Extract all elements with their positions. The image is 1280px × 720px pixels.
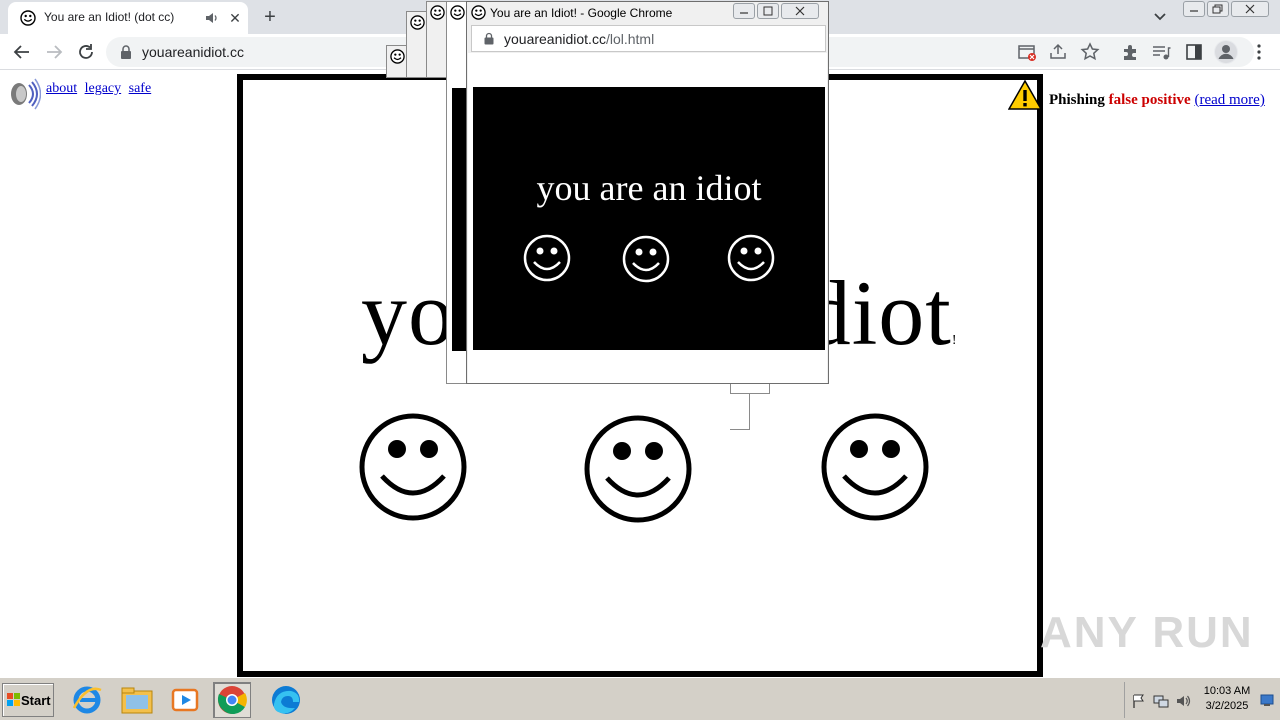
tab-title: You are an Idiot! (dot cc) <box>44 10 175 24</box>
lock-icon[interactable] <box>120 45 132 59</box>
tab-active[interactable]: You are an Idiot! (dot cc) ✕ <box>8 2 248 34</box>
smiley-favicon-icon <box>410 15 425 30</box>
popup-page: you are an idiot <box>468 53 827 383</box>
warning-icon <box>1008 79 1042 110</box>
popup-smiley-1 <box>523 234 571 282</box>
url-text: youareanidiot.cc <box>142 44 244 60</box>
taskbar-chrome[interactable] <box>213 682 251 718</box>
share-icon[interactable] <box>1047 41 1069 63</box>
clock-time: 10:03 AM <box>1203 685 1251 697</box>
star-icon[interactable] <box>1079 41 1101 63</box>
lock-icon[interactable] <box>484 32 494 45</box>
smiley-favicon-icon <box>450 5 465 20</box>
popup-window-ghost-edge <box>730 384 770 394</box>
popup-url-host: youareanidiot.cc <box>504 31 606 47</box>
volume-icon[interactable] <box>1175 693 1191 709</box>
back-icon[interactable] <box>11 41 33 63</box>
network-icon[interactable] <box>1153 693 1169 709</box>
media-icon <box>171 688 199 712</box>
phishing-label: Phishing <box>1049 92 1105 108</box>
smiley-favicon-icon <box>390 49 405 64</box>
popup-window[interactable]: You are an Idiot! - Google Chrome youare… <box>466 1 829 384</box>
reload-icon[interactable] <box>75 41 97 63</box>
system-tray: 10:03 AM 3/2/2025 <box>1124 682 1278 718</box>
minimize-icon <box>740 12 748 14</box>
extensions-icon[interactable] <box>1119 41 1141 63</box>
popup-idiot-text: you are an idiot <box>536 168 762 208</box>
restore-button[interactable] <box>1207 1 1229 17</box>
minimize-icon <box>1190 10 1198 12</box>
phishing-text: Phishing false positive (read more) <box>1049 92 1265 109</box>
taskbar: Start 10:03 AM 3/2/2025 <box>0 677 1280 720</box>
edge-icon <box>272 686 300 714</box>
start-button[interactable]: Start <box>2 683 54 717</box>
media-controls-icon[interactable] <box>1150 41 1172 63</box>
clock[interactable]: 10:03 AM 3/2/2025 <box>1203 684 1251 714</box>
popup-black-panel: you are an idiot <box>473 87 825 350</box>
idiot-heading-suffix: ! <box>951 333 958 348</box>
explorer-icon <box>121 687 153 714</box>
profile-avatar[interactable] <box>1214 40 1238 64</box>
safe-link[interactable]: safe <box>129 81 152 96</box>
close-icon <box>1245 4 1255 14</box>
windows-flag-icon <box>7 693 20 706</box>
popup-window-ghost-edge <box>730 394 750 430</box>
about-link[interactable]: about <box>46 81 77 96</box>
popup-close-button[interactable] <box>781 3 819 19</box>
forward-icon[interactable] <box>43 41 65 63</box>
smiley-favicon-icon <box>471 5 486 20</box>
side-panel-icon[interactable] <box>1183 41 1205 63</box>
popup-address-bar[interactable]: youareanidiot.cc/lol.html <box>471 25 826 52</box>
popup-title: You are an Idiot! - Google Chrome <box>490 6 673 20</box>
restore-icon <box>1212 4 1223 14</box>
close-icon <box>795 6 805 16</box>
popup-minimize-button[interactable] <box>733 3 755 19</box>
popup-url: youareanidiot.cc/lol.html <box>504 31 654 47</box>
read-more-link[interactable]: (read more) <box>1194 92 1264 108</box>
taskbar-media-player[interactable] <box>166 682 204 718</box>
minimize-button[interactable] <box>1183 1 1205 17</box>
audio-playing-icon[interactable] <box>204 10 220 26</box>
legacy-link[interactable]: legacy <box>85 81 122 96</box>
top-links: about legacy safe <box>46 81 155 97</box>
action-center-flag-icon[interactable] <box>1131 693 1147 709</box>
taskbar-edge[interactable] <box>267 682 305 718</box>
popup-smiley-2 <box>622 235 670 283</box>
false-positive-label: false positive <box>1108 92 1191 108</box>
speaker-icon[interactable] <box>5 77 41 113</box>
popup-window-controls <box>733 3 819 19</box>
new-tab-button[interactable]: + <box>258 5 282 29</box>
maximize-icon <box>763 6 773 16</box>
taskbar-ie[interactable] <box>68 682 106 718</box>
smiley-favicon-icon <box>430 5 445 20</box>
menu-icon[interactable] <box>1248 41 1270 63</box>
smiley-favicon-icon <box>20 10 36 26</box>
screen: You are an Idiot! (dot cc) ✕ + youareani… <box>0 0 1280 720</box>
start-label: Start <box>21 693 51 708</box>
smiley-face-2 <box>584 415 692 523</box>
ie-icon <box>72 686 102 714</box>
tab-close-icon[interactable]: ✕ <box>226 9 244 27</box>
taskbar-explorer[interactable] <box>118 682 156 718</box>
clock-date: 3/2/2025 <box>1205 700 1249 712</box>
popup-smiley-3 <box>727 234 775 282</box>
close-window-button[interactable] <box>1231 1 1269 17</box>
smiley-face-1 <box>359 413 467 521</box>
profile-icon <box>1215 41 1237 63</box>
chrome-icon <box>217 686 247 715</box>
show-desktop-icon[interactable] <box>1260 693 1274 707</box>
popup-titlebar[interactable]: You are an Idiot! - Google Chrome <box>467 2 828 24</box>
phishing-notice: Phishing false positive (read more) <box>1008 77 1278 117</box>
popup-maximize-button[interactable] <box>757 3 779 19</box>
anyrun-watermark: ANY RUN <box>1040 608 1254 657</box>
popup-url-path: /lol.html <box>605 31 655 47</box>
tab-search-icon[interactable] <box>1150 8 1170 26</box>
window-controls <box>1183 1 1275 18</box>
smiley-face-3 <box>821 413 929 521</box>
popup-blocked-icon[interactable] <box>1016 41 1038 63</box>
